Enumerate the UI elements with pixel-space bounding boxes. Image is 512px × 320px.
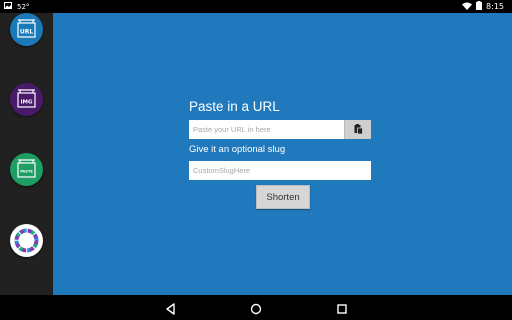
back-button[interactable] [164,301,178,315]
paste-button[interactable] [344,120,371,139]
url-input[interactable] [189,120,344,139]
home-button[interactable] [249,301,263,315]
wifi-icon [462,2,473,12]
sidebar-item-paste[interactable]: PASTE [10,153,43,186]
battery-icon [476,1,483,12]
shorten-button[interactable]: Shorten [256,185,310,209]
paste-icon: PASTE [10,153,43,186]
sidebar-item-img[interactable]: IMG [10,83,43,116]
status-bar: 52° 8:15 [0,0,512,13]
main-panel: Paste in a URL Give it an optional slug … [53,13,512,295]
notification-badge: 52° [17,2,30,11]
sidebar-item-other[interactable] [10,224,43,257]
navigation-bar [0,295,512,320]
status-time: 8:15 [486,2,504,11]
page-title: Paste in a URL [189,99,280,114]
sidebar-item-url[interactable]: URL [10,13,43,46]
recents-icon [337,304,347,314]
url-row [189,120,371,139]
slug-label: Give it an optional slug [189,144,286,155]
image-notification-icon [4,2,12,11]
recents-button[interactable] [335,301,349,315]
sidebar: URL IMG PASTE [0,13,53,295]
home-icon [250,303,262,315]
image-icon: IMG [10,83,43,116]
back-icon [166,303,175,315]
app-logo-icon [10,224,43,257]
sidebar-item-img-label: IMG [20,100,33,106]
url-icon: URL [10,13,43,46]
clipboard-icon [354,122,363,137]
status-right: 8:15 [462,1,504,12]
slug-input[interactable] [189,161,371,180]
sidebar-item-paste-label: PASTE [20,170,33,174]
shorten-form: Paste in a URL Give it an optional slug … [189,99,371,209]
status-left: 52° [4,2,29,11]
sidebar-item-url-label: URL [20,29,33,36]
